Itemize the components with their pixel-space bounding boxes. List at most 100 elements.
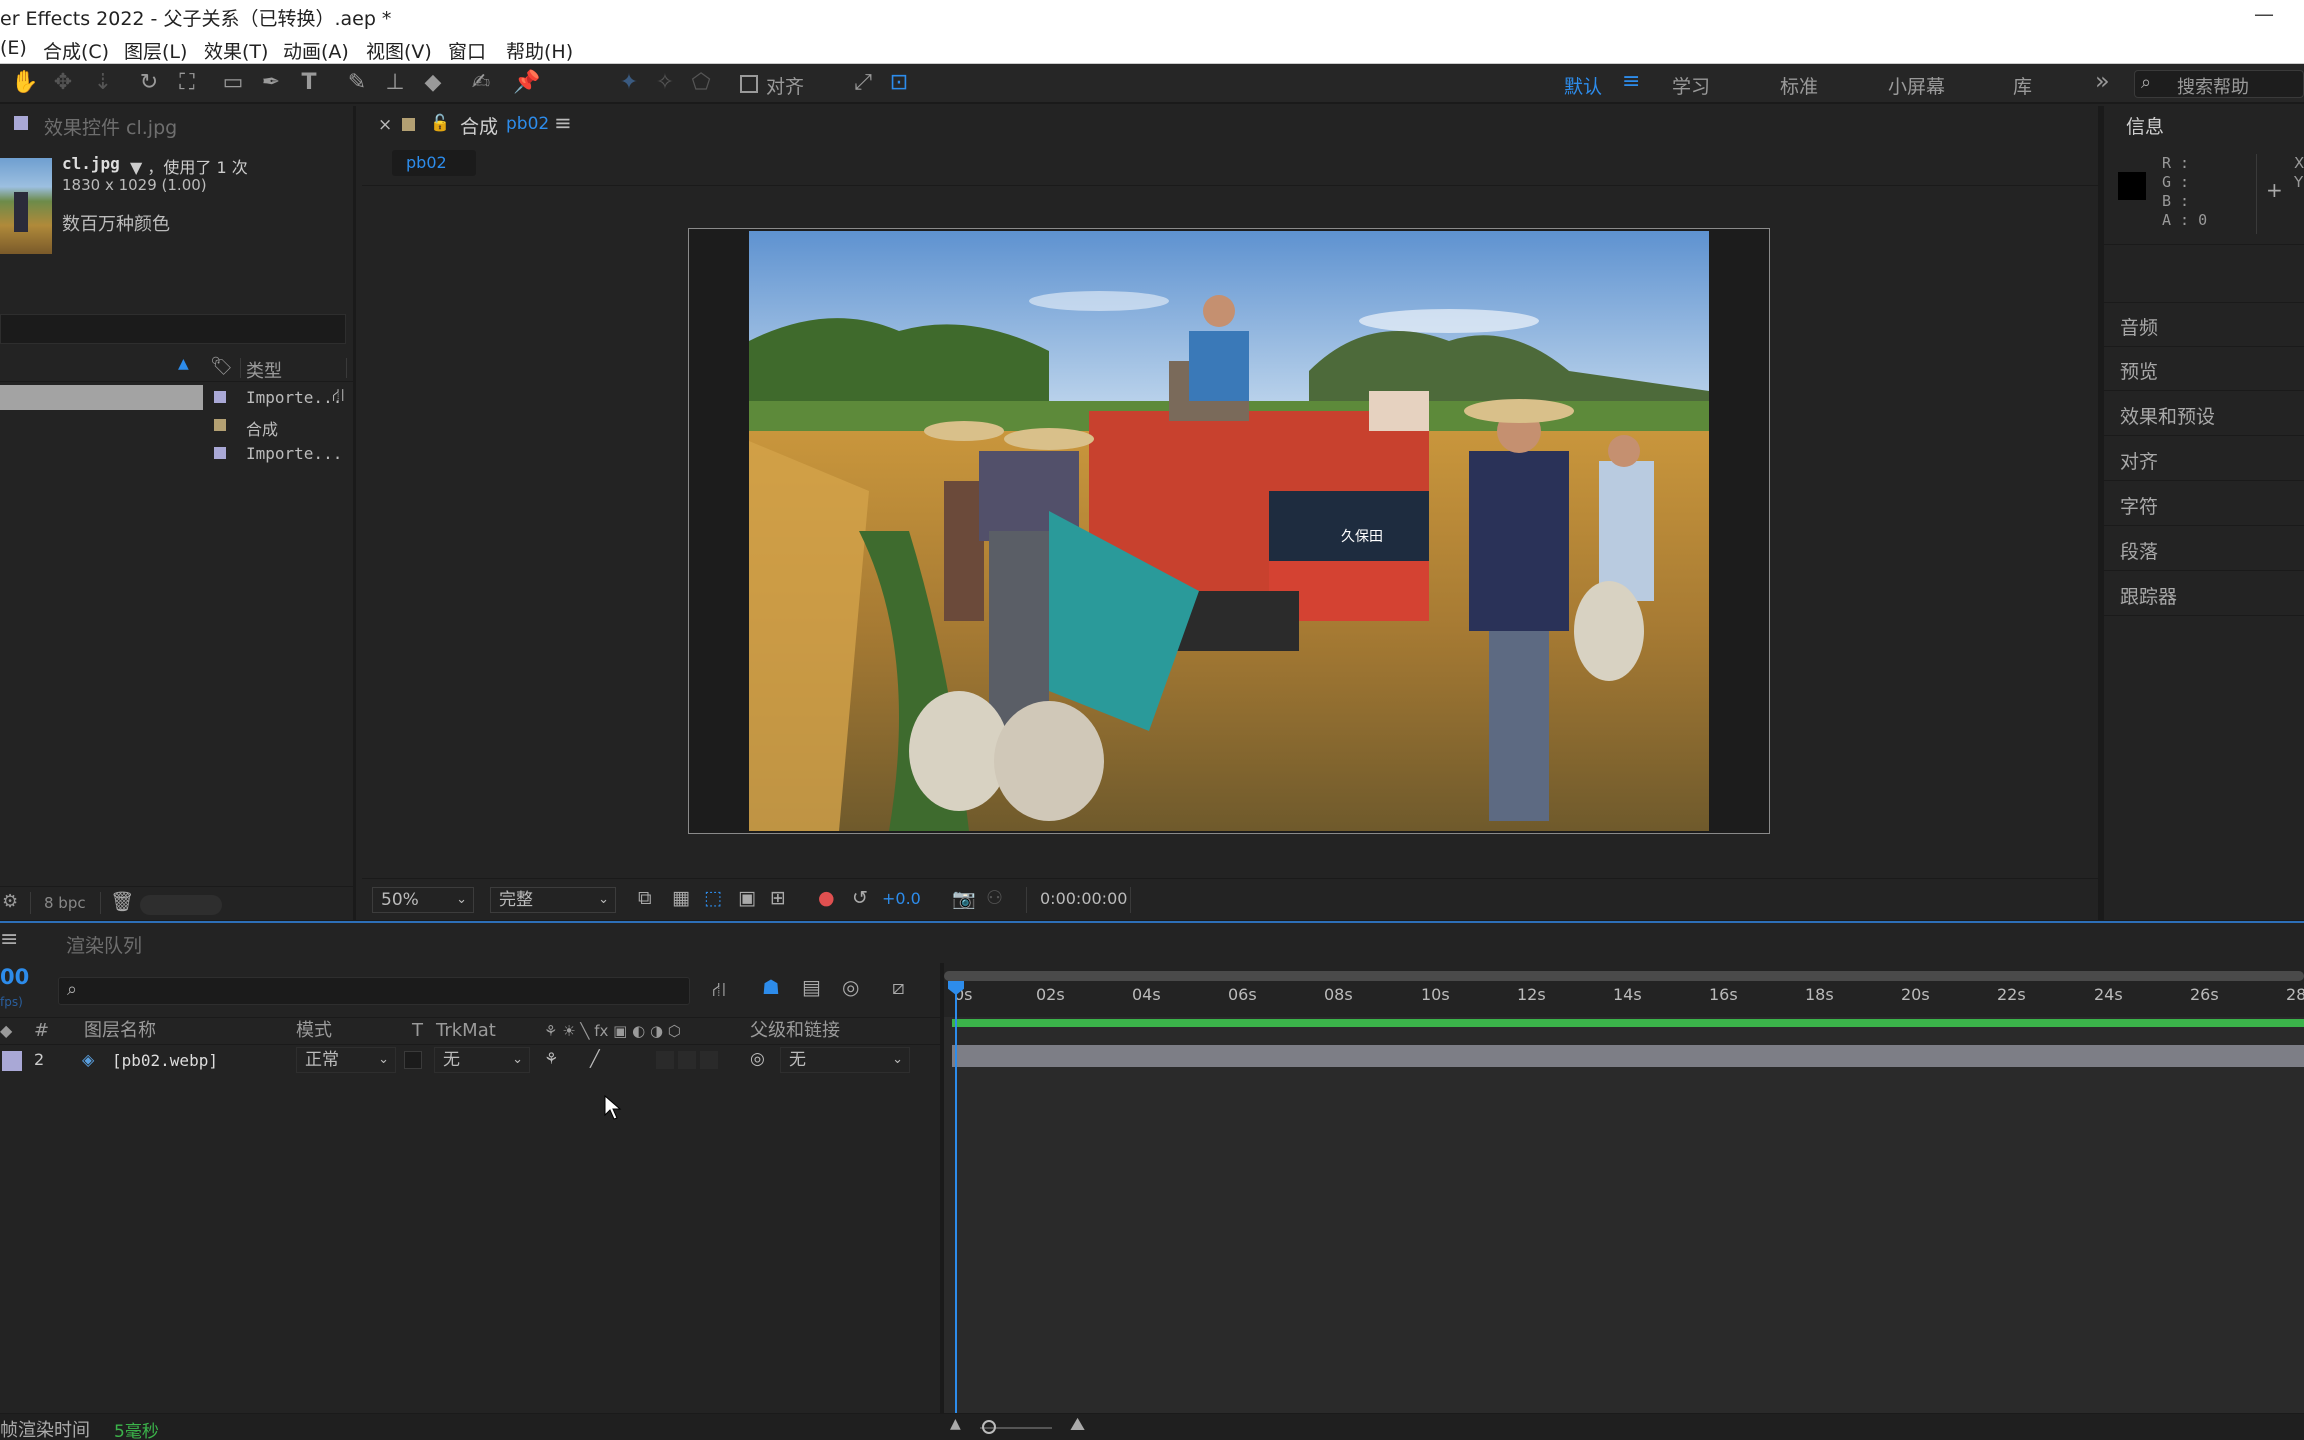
frame-blending-icon[interactable]: ▤ [802,975,821,999]
workspace-default[interactable]: 默认 [1564,72,1602,99]
project-row[interactable]: 合成 [0,412,356,440]
menu-view[interactable]: 视图(V) [366,37,432,64]
zoom-slider-thumb[interactable] [982,1420,996,1434]
minimize-button[interactable]: — [2254,2,2274,26]
rectangle-tool-icon[interactable]: ▭ [218,68,248,98]
fast-previews-icon[interactable]: ⧉ [638,887,652,909]
layer-duration-bar[interactable] [952,1045,2304,1067]
snap-target-icon[interactable]: ⊡ [884,68,914,98]
puppet-overlap-icon[interactable]: ⬠ [686,68,716,98]
anchor-tool-icon[interactable]: ⛶ [172,68,202,98]
layer-name[interactable]: [pb02.webp] [112,1051,218,1070]
project-row[interactable]: Importe... ⛙ [0,384,356,412]
quality-switch-icon[interactable]: ╱ [590,1049,600,1068]
eraser-tool-icon[interactable]: ◆ [418,68,448,98]
puppet-advanced-icon[interactable]: ✦ [614,68,644,98]
reset-exposure-icon[interactable]: ↺ [852,887,868,909]
project-search-input[interactable] [0,314,346,344]
parent-dropdown[interactable]: 无 ⌄ [780,1047,910,1073]
motion-blur-icon[interactable]: ◎ [842,975,859,999]
workspace-learn[interactable]: 学习 [1672,72,1710,99]
menu-composition[interactable]: 合成(C) [43,37,109,64]
hide-shy-layers-icon[interactable]: ☗ [762,975,780,999]
sidebar-item-preview[interactable]: 预览 [2104,347,2304,391]
sort-ascending-icon[interactable]: ▲ [178,356,189,372]
preserve-transparency-checkbox[interactable] [404,1051,422,1069]
channels-icon[interactable]: ● [818,887,835,909]
work-area-bar[interactable] [944,971,2304,981]
menu-edit[interactable]: (E) [0,37,27,59]
zoom-tool-icon[interactable]: ✥ [48,68,78,98]
lock-icon[interactable]: 🔓 [430,113,450,132]
brush-tool-icon[interactable]: ✎ [342,68,372,98]
stamp-tool-icon[interactable]: ⊥ [380,68,410,98]
layer-row[interactable]: 2 ◈ [pb02.webp] 正常 ⌄ 无 ⌄ ⚘ ╱ ◎ 无 ⌄ [0,1045,940,1075]
menu-window[interactable]: 窗口 [448,37,486,64]
workspace-standard[interactable]: 标准 [1780,72,1818,99]
parent-column-header[interactable]: 父级和链接 [750,1018,840,1044]
mode-column-header[interactable]: 模式 [296,1018,332,1044]
preserve-transparency-header[interactable]: T [412,1018,423,1044]
workspace-small-screen[interactable]: 小屏幕 [1888,72,1945,99]
resolution-dropdown[interactable]: 完整 ⌄ [490,887,616,913]
snap-icon[interactable]: ⤢ [848,68,878,98]
show-snapshot-icon[interactable]: ⚇ [986,887,1003,909]
zoom-out-icon[interactable]: ▲ [950,1416,961,1432]
behind-tool-icon[interactable]: ⇣ [88,68,118,98]
track-matte-dropdown[interactable]: 无 ⌄ [434,1047,530,1073]
hand-tool-icon[interactable]: ✋ [10,68,40,98]
current-time-readout[interactable]: 00 [0,965,29,989]
menu-layer[interactable]: 图层(L) [124,37,187,64]
shy-switch-icon[interactable]: ⚘ [544,1049,558,1068]
index-column-header[interactable]: # [34,1018,49,1044]
bpc-indicator[interactable]: 8 bpc [44,894,86,912]
puppet-bend-icon[interactable]: ✧ [650,68,680,98]
playhead-line[interactable] [955,981,957,1413]
grid-guides-icon[interactable]: ⊞ [770,887,786,909]
label-tag-icon[interactable]: 🏷 [210,356,233,377]
type-tool-icon[interactable]: T [294,68,324,98]
render-queue-tab[interactable]: 渲染队列 [66,931,142,958]
thumbnail-size-slider[interactable] [140,895,222,915]
close-tab-icon[interactable]: × [378,115,392,135]
comp-tab-prefix[interactable]: 合成 [460,112,498,139]
help-search-field[interactable]: ⌕ 搜索帮助 [2134,70,2304,98]
menu-help[interactable]: 帮助(H) [506,37,573,64]
comp-breadcrumb[interactable]: pb02 [392,150,476,176]
flowchart-icon[interactable]: ⛙ [332,385,345,409]
layer-name-column-header[interactable]: 图层名称 [84,1018,156,1044]
comp-viewer-frame[interactable]: 久保田 [688,228,1770,834]
trash-icon[interactable]: 🗑 [110,890,134,913]
switch-box[interactable] [700,1051,718,1069]
menu-animation[interactable]: 动画(A) [283,37,349,64]
label-column-icon[interactable]: ◆ [0,1018,12,1044]
timeline-menu-icon[interactable]: ≡ [0,927,18,952]
type-column-header[interactable]: 类型 [246,357,282,383]
panel-menu-icon[interactable]: ≡ [554,111,572,135]
zoom-in-icon[interactable]: ⛰ [1070,1414,1085,1435]
sidebar-item-character[interactable]: 字符 [2104,482,2304,526]
layer-label-color[interactable] [2,1051,22,1071]
switch-box[interactable] [678,1051,696,1069]
puppet-pin-icon[interactable]: 📌 [512,68,542,98]
blend-mode-dropdown[interactable]: 正常 ⌄ [296,1047,396,1073]
transparency-grid-icon[interactable]: ▦ [672,887,690,909]
pen-tool-icon[interactable]: ✒ [256,68,286,98]
menu-effect[interactable]: 效果(T) [204,37,268,64]
interpret-footage-icon[interactable]: ⚙ [2,891,18,912]
project-row[interactable]: Importe... [0,440,356,468]
workspace-menu-icon[interactable]: ≡ [1622,69,1640,94]
comp-tab-name[interactable]: pb02 [506,114,549,134]
sidebar-item-audio[interactable]: 音频 [2104,303,2304,347]
more-workspaces-icon[interactable]: » [2095,67,2110,95]
zoom-dropdown[interactable]: 50% ⌄ [372,887,474,913]
info-panel-title[interactable]: 信息 [2126,112,2164,139]
graph-editor-icon[interactable]: ⧄ [892,975,905,999]
switches-column-icons[interactable]: ⚘ ☀ ╲ fx ▣ ◐ ◑ ⬡ [544,1018,681,1044]
trkmat-column-header[interactable]: TrkMat [436,1018,496,1044]
sidebar-item-tracker[interactable]: 跟踪器 [2104,572,2304,616]
mask-visibility-icon[interactable]: ⬚ [704,887,722,909]
workspace-library[interactable]: 库 [2013,72,2032,99]
comp-mini-flowchart-icon[interactable]: ⛙ [712,977,726,1004]
track-area[interactable] [944,1017,2304,1413]
